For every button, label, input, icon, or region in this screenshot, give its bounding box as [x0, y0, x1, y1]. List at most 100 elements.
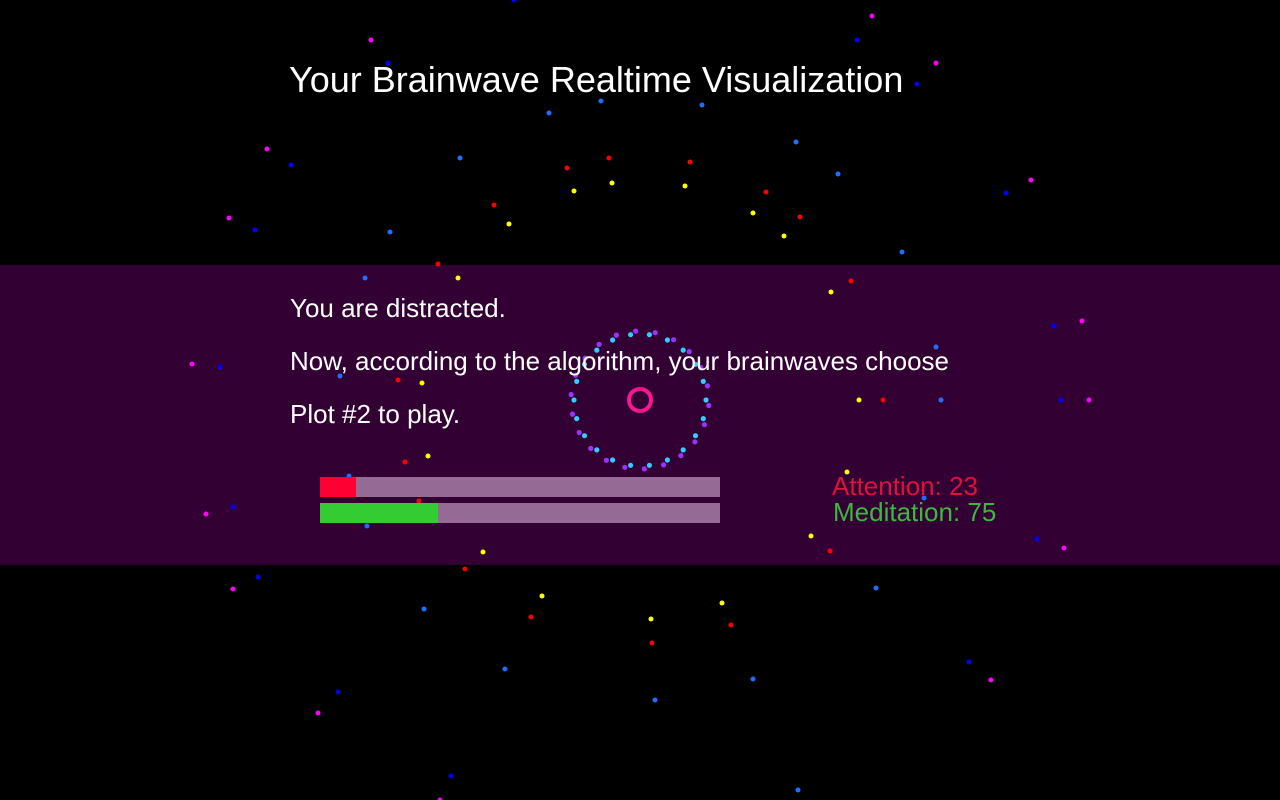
particle-field [189, 0, 1092, 800]
attention-bar-fill [320, 477, 356, 497]
particle-dot [856, 397, 862, 403]
particle-dot [1028, 177, 1034, 183]
particle-dot [828, 289, 834, 295]
particle-dot [914, 81, 920, 87]
particle-dot [217, 364, 223, 370]
ring-dot [646, 462, 653, 468]
particle-dot [364, 523, 370, 529]
particle-dot [288, 162, 294, 168]
particle-dot [699, 102, 705, 108]
ring-dot [628, 462, 634, 468]
particle-dot [827, 548, 833, 554]
page-title: Your Brainwave Realtime Visualization [289, 59, 904, 100]
particle-dot [528, 614, 534, 620]
particle-dot [1079, 318, 1085, 324]
particle-dot [419, 380, 425, 386]
particle-dot [546, 110, 552, 116]
particle-dot [1058, 397, 1064, 403]
particle-dot [564, 165, 570, 171]
ring-dot [610, 457, 616, 463]
particle-dot [793, 139, 799, 145]
visualization-stage: Your Brainwave Realtime Visualization Yo… [0, 0, 1280, 800]
ring-dot [678, 453, 684, 459]
ring-dot [701, 422, 708, 428]
center-ring-icon [627, 387, 653, 413]
particle-dot [539, 593, 545, 599]
ring-dot [628, 332, 634, 338]
particle-dot [421, 606, 427, 612]
ring-dot [692, 433, 699, 439]
particle-dot [933, 60, 939, 66]
particle-dot [455, 275, 461, 281]
particle-dot [1051, 323, 1057, 329]
ring-dot [664, 337, 671, 343]
ring-dot [641, 466, 647, 472]
ring-dot [692, 439, 698, 445]
ring-dot [581, 433, 588, 439]
ring-dot [700, 378, 706, 384]
particle-dot [938, 397, 944, 403]
particle-dot [687, 159, 693, 165]
particle-dot [255, 574, 261, 580]
particle-dot [795, 787, 801, 793]
status-line-algorithm: Now, according to the algorithm, your br… [290, 346, 950, 376]
particle-dot [873, 585, 879, 591]
particle-dot [230, 504, 236, 510]
particle-dot [362, 275, 368, 281]
ring-dot [664, 457, 671, 463]
particle-dot [835, 171, 841, 177]
ring-dot [706, 402, 712, 409]
particle-dot [652, 697, 658, 703]
particle-dot [1034, 536, 1040, 542]
particle-dot [609, 180, 615, 186]
particle-dot [368, 37, 374, 43]
status-line-plot-choice: Plot #2 to play. [290, 399, 461, 429]
ring-dot [700, 416, 706, 422]
ring-dot [680, 447, 686, 453]
particle-dot [808, 533, 814, 539]
ring-dot [574, 416, 580, 422]
ring-dot [703, 397, 709, 403]
meditation-bar-fill [320, 503, 438, 523]
particle-dot [189, 361, 195, 367]
particle-dot [854, 37, 860, 43]
particle-dot [763, 189, 769, 195]
particle-dot [848, 278, 854, 284]
particle-dot [1086, 397, 1092, 403]
particle-dot [230, 586, 236, 592]
particle-dot [781, 233, 787, 239]
meditation-bar [320, 503, 720, 523]
ring-dot [588, 445, 594, 451]
particle-dot [335, 689, 341, 695]
attention-bar [320, 477, 720, 497]
ring-dot [574, 378, 580, 384]
ring-dot [571, 397, 577, 403]
ring-dot [704, 383, 711, 389]
particle-dot [387, 229, 393, 235]
particle-dot [457, 155, 463, 161]
particle-dot [797, 214, 803, 220]
ring-dot [671, 337, 677, 343]
ring-dot [622, 464, 628, 470]
particle-dot [571, 188, 577, 194]
particle-dot [425, 453, 431, 459]
ring-dot [610, 337, 616, 343]
ring-dot [661, 462, 667, 468]
particle-dot [435, 261, 441, 267]
particle-dot [315, 710, 321, 716]
particle-dot [462, 566, 468, 572]
particle-dot [1061, 545, 1067, 551]
particle-dot [648, 616, 654, 622]
meditation-readout: Meditation: 75 [833, 497, 997, 527]
ring-dot [569, 411, 576, 417]
particle-dot [448, 773, 454, 779]
particle-dot [988, 677, 994, 683]
particle-dot [402, 459, 408, 465]
particle-dot [899, 249, 905, 255]
ring-dot [568, 391, 574, 398]
particle-dot [511, 0, 517, 3]
particle-dot [719, 600, 725, 606]
particle-dot [649, 640, 655, 646]
attention-readout: Attention: 23 [832, 471, 978, 501]
particle-dot [1003, 190, 1009, 196]
